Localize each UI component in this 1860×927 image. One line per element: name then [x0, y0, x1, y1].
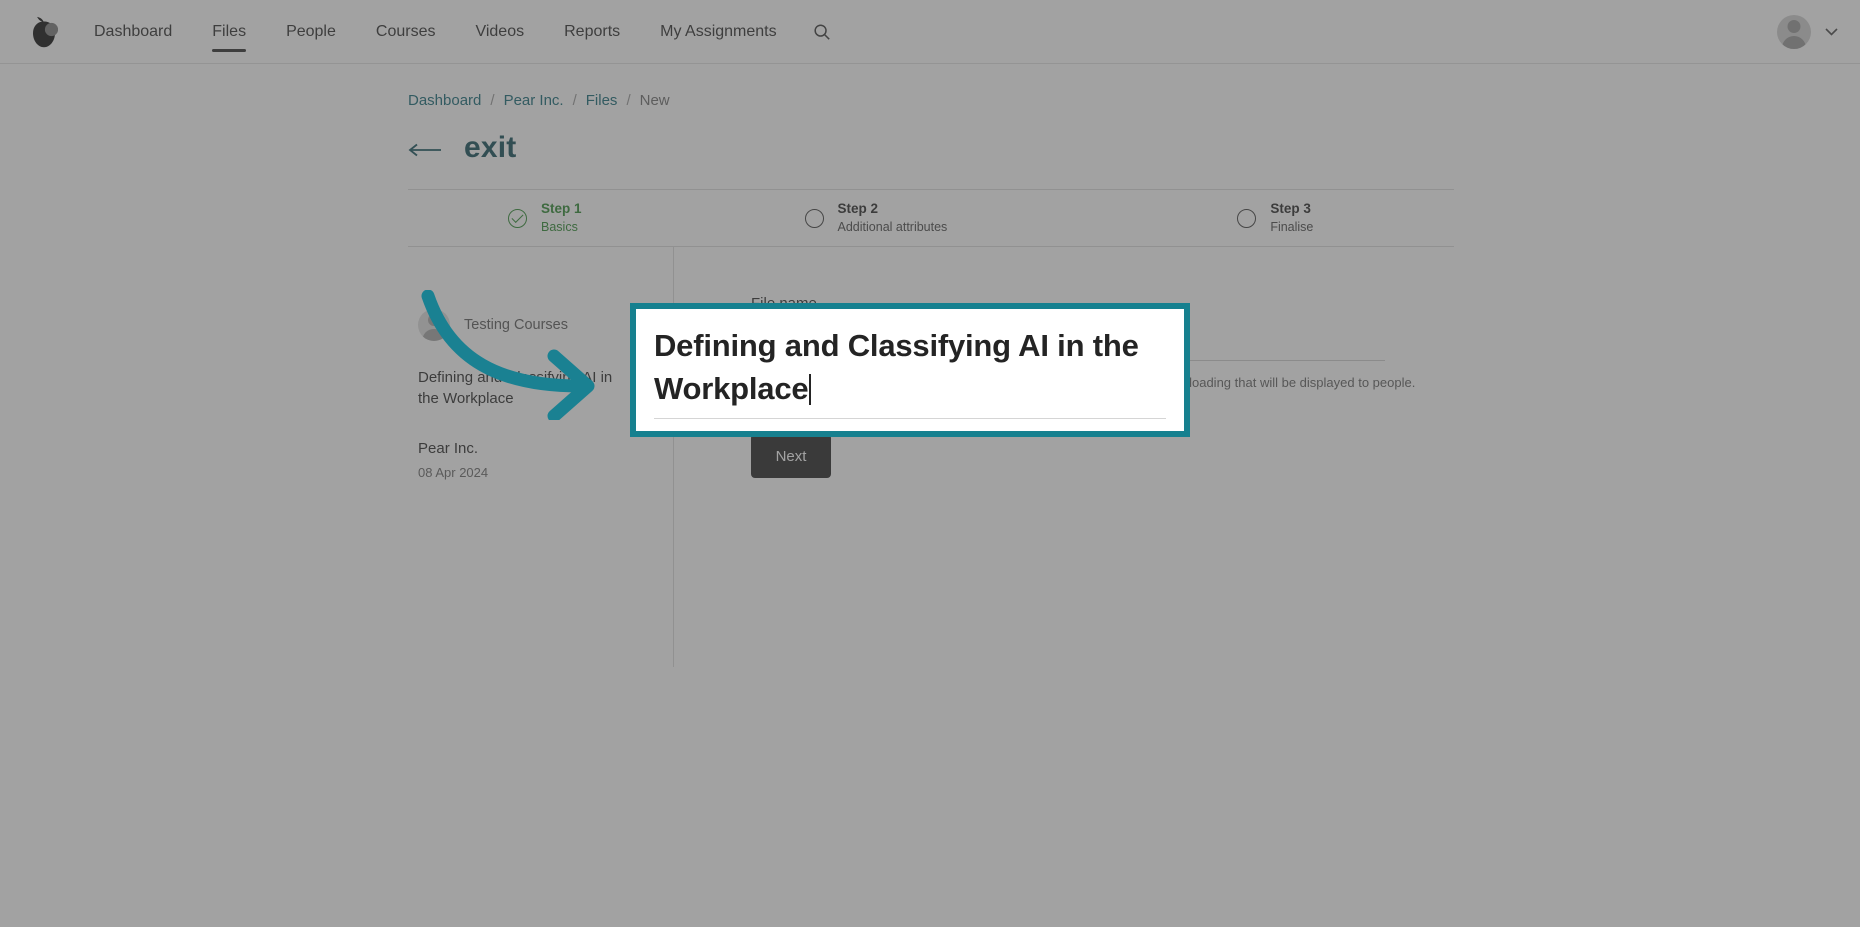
nav-item-label: Dashboard: [94, 22, 173, 40]
stepper-step-subtitle: Basics: [541, 219, 578, 234]
stepper-step-subtitle: Finalise: [1270, 219, 1314, 234]
nav-item-files[interactable]: Files: [192, 0, 266, 64]
user-avatar-icon: [1777, 14, 1811, 49]
summary-org-name: Pear Inc.: [418, 439, 479, 457]
stepper-step-2[interactable]: Step 2 Additional attributes: [804, 200, 948, 235]
stepper-step-title: Step 2: [837, 201, 879, 217]
nav-item-reports[interactable]: Reports: [544, 0, 640, 64]
nav-item-label: Files: [212, 22, 247, 40]
breadcrumb-separator: /: [490, 92, 495, 109]
breadcrumb-separator: /: [626, 92, 631, 109]
empty-circle-icon: [804, 208, 824, 228]
owner-row: Testing Courses: [418, 309, 643, 341]
nav-item-people[interactable]: People: [266, 0, 356, 64]
nav-item-label: Reports: [564, 22, 621, 40]
exit-label: exit: [464, 131, 517, 164]
stepper-step-1[interactable]: Step 1 Basics: [508, 200, 582, 235]
nav-item-label: Courses: [375, 22, 436, 40]
breadcrumb-item-dashboard[interactable]: Dashboard: [408, 92, 481, 109]
top-navigation-bar: Dashboard Files People Courses Videos Re…: [0, 0, 1860, 64]
breadcrumb-item-pear-inc[interactable]: Pear Inc.: [504, 92, 564, 109]
nav-item-dashboard[interactable]: Dashboard: [74, 0, 192, 64]
input-underline: [654, 418, 1166, 419]
owner-avatar-icon: [418, 309, 450, 341]
breadcrumb: Dashboard / Pear Inc. / Files / New: [408, 92, 1860, 109]
breadcrumb-separator: /: [572, 92, 577, 109]
stepper-step-3[interactable]: Step 3 Finalise: [1237, 200, 1313, 235]
nav-item-my-assignments[interactable]: My Assignments: [640, 0, 796, 64]
nav-item-list: Dashboard Files People Courses Videos Re…: [74, 0, 847, 64]
stepper-step-title: Step 1: [541, 201, 582, 217]
account-area: [1777, 14, 1860, 49]
next-button[interactable]: Next: [751, 434, 831, 478]
nav-item-label: Videos: [475, 22, 525, 40]
highlighted-input-value: Defining and Classifying AI in the Workp…: [654, 328, 1139, 406]
stepper-step-subtitle: Additional attributes: [837, 219, 948, 234]
nav-item-label: People: [286, 22, 336, 40]
breadcrumb-item-files[interactable]: Files: [586, 92, 618, 109]
arrow-left-icon: [408, 135, 442, 161]
exit-link[interactable]: exit: [408, 131, 517, 165]
check-circle-icon: [508, 208, 527, 228]
owner-name: Testing Courses: [464, 317, 568, 333]
nav-item-label: My Assignments: [660, 22, 777, 40]
app-page: Dashboard Files People Courses Videos Re…: [0, 0, 1860, 927]
pear-logo-icon[interactable]: [12, 13, 74, 51]
nav-item-courses[interactable]: Courses: [356, 0, 456, 64]
nav-item-videos[interactable]: Videos: [455, 0, 544, 64]
breadcrumb-item-new: New: [639, 92, 670, 109]
text-caret: [809, 373, 812, 405]
user-menu-button[interactable]: [1777, 14, 1838, 49]
wizard-stepper: Step 1 Basics Step 2 Additional attribut…: [408, 189, 1454, 247]
summary-file-title: Defining and Classifying AI in the Workp…: [418, 369, 613, 408]
stepper-step-title: Step 3: [1270, 201, 1311, 217]
search-icon[interactable]: [797, 0, 847, 64]
empty-circle-icon: [1237, 208, 1257, 228]
highlighted-file-name-input[interactable]: Defining and Classifying AI in the Workp…: [630, 303, 1190, 437]
chevron-down-icon: [1825, 23, 1838, 41]
summary-date: 08 Apr 2024: [418, 464, 489, 480]
